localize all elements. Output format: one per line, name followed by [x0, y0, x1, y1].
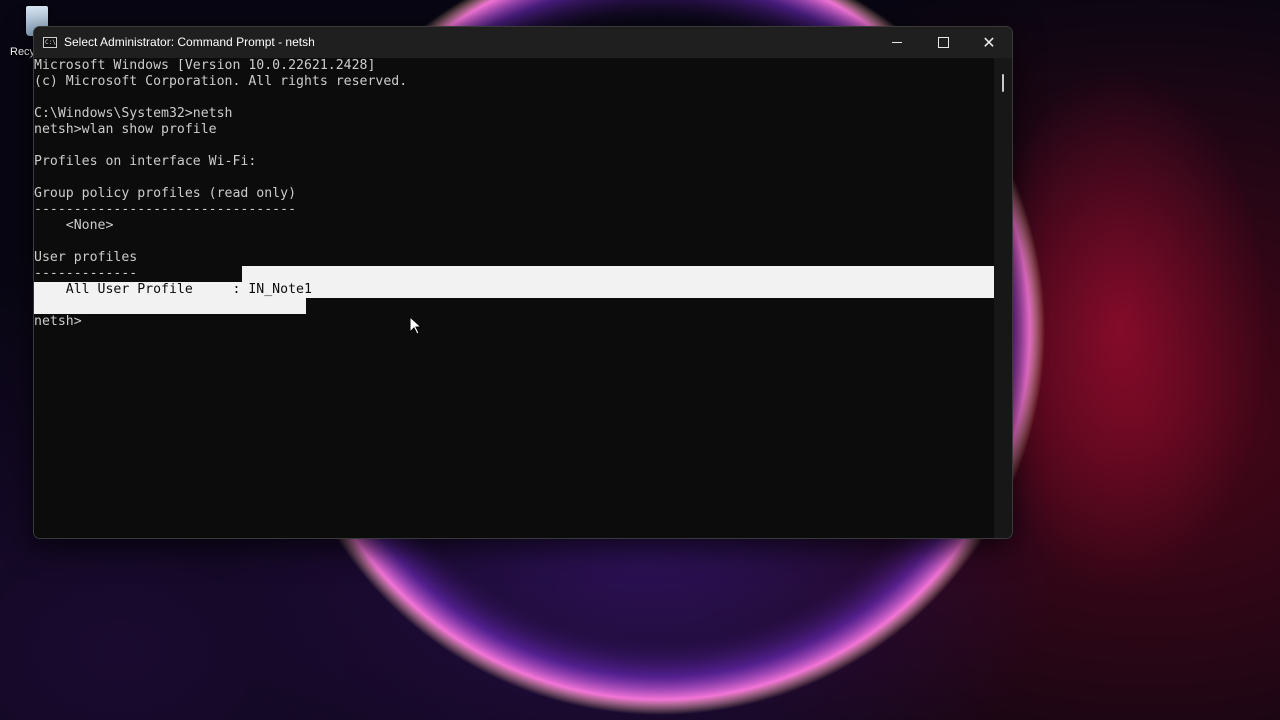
vertical-scrollbar[interactable] [994, 58, 1012, 538]
minimize-icon [892, 42, 902, 43]
mouse-pointer-icon [409, 316, 423, 335]
title-bar[interactable]: C:\ Select Administrator: Command Prompt… [34, 27, 1012, 58]
console-line: Microsoft Windows [Version 10.0.22621.24… [34, 58, 376, 73]
console-line: (c) Microsoft Corporation. All rights re… [34, 74, 408, 89]
maximize-button[interactable] [920, 27, 966, 58]
console-line: Profiles on interface Wi-Fi: [34, 154, 257, 169]
console-line: Group policy profiles (read only) [34, 186, 297, 201]
cmd-icon: C:\ [43, 37, 57, 48]
console-output[interactable]: Microsoft Windows [Version 10.0.22621.24… [34, 58, 994, 538]
console-line: <None> [34, 218, 114, 233]
minimize-button[interactable] [874, 27, 920, 58]
close-icon: ✕ [982, 32, 996, 52]
scrollbar-thumb[interactable] [1002, 74, 1004, 92]
console-line: netsh>wlan show profile [34, 122, 217, 137]
console-line: ------------- [34, 266, 138, 281]
console-line: User profiles [34, 250, 138, 265]
console-prompt[interactable]: netsh> [34, 314, 82, 330]
maximize-icon [937, 37, 949, 48]
command-prompt-window[interactable]: C:\ Select Administrator: Command Prompt… [33, 26, 1013, 539]
window-title: Select Administrator: Command Prompt - n… [64, 35, 315, 49]
close-button[interactable]: ✕ [966, 27, 1012, 58]
console-line: --------------------------------- [34, 202, 297, 217]
selection-highlight [242, 282, 994, 298]
console-line: C:\Windows\System32>netsh [34, 106, 233, 121]
selected-console-line: All User Profile : IN_Note1 [34, 282, 312, 297]
